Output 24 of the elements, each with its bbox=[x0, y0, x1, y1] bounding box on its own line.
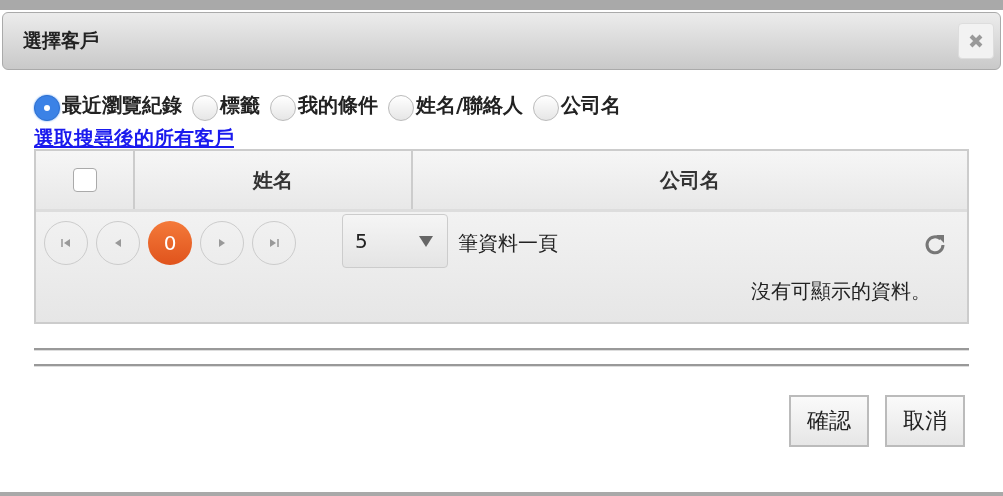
radio-button[interactable] bbox=[533, 95, 560, 121]
select-all-checkbox[interactable] bbox=[72, 168, 97, 192]
filter-radio[interactable]: 標籤 bbox=[192, 89, 260, 121]
radio-button[interactable] bbox=[192, 95, 218, 121]
close-icon bbox=[968, 33, 984, 49]
confirm-button[interactable]: 確認 bbox=[789, 395, 869, 447]
select-all-link[interactable]: 選取搜尋後的所有客戶 bbox=[34, 124, 234, 152]
column-header[interactable]: 公司名 bbox=[413, 151, 967, 209]
radio-button[interactable] bbox=[388, 95, 414, 121]
close-button[interactable] bbox=[958, 23, 994, 59]
page-size-select[interactable]: 5 bbox=[342, 214, 448, 268]
refresh-icon[interactable] bbox=[923, 232, 947, 256]
page-size-label: 筆資料一頁 bbox=[458, 229, 558, 257]
filter-radio[interactable]: 最近瀏覽紀錄 bbox=[34, 89, 182, 121]
filter-radio[interactable]: 姓名/聯絡人 bbox=[388, 89, 524, 121]
empty-message: 沒有可顯示的資料。 bbox=[751, 278, 931, 305]
cancel-button[interactable]: 取消 bbox=[885, 395, 965, 447]
column-header[interactable]: 姓名 bbox=[135, 151, 413, 209]
filter-radio[interactable]: 公司名 bbox=[533, 89, 622, 121]
radio-button[interactable] bbox=[270, 95, 296, 121]
caret-icon bbox=[419, 235, 433, 247]
radio-button[interactable] bbox=[34, 95, 60, 121]
dialog-title: 選擇客戶 bbox=[23, 28, 99, 53]
filter-radio[interactable]: 我的條件 bbox=[270, 89, 378, 121]
